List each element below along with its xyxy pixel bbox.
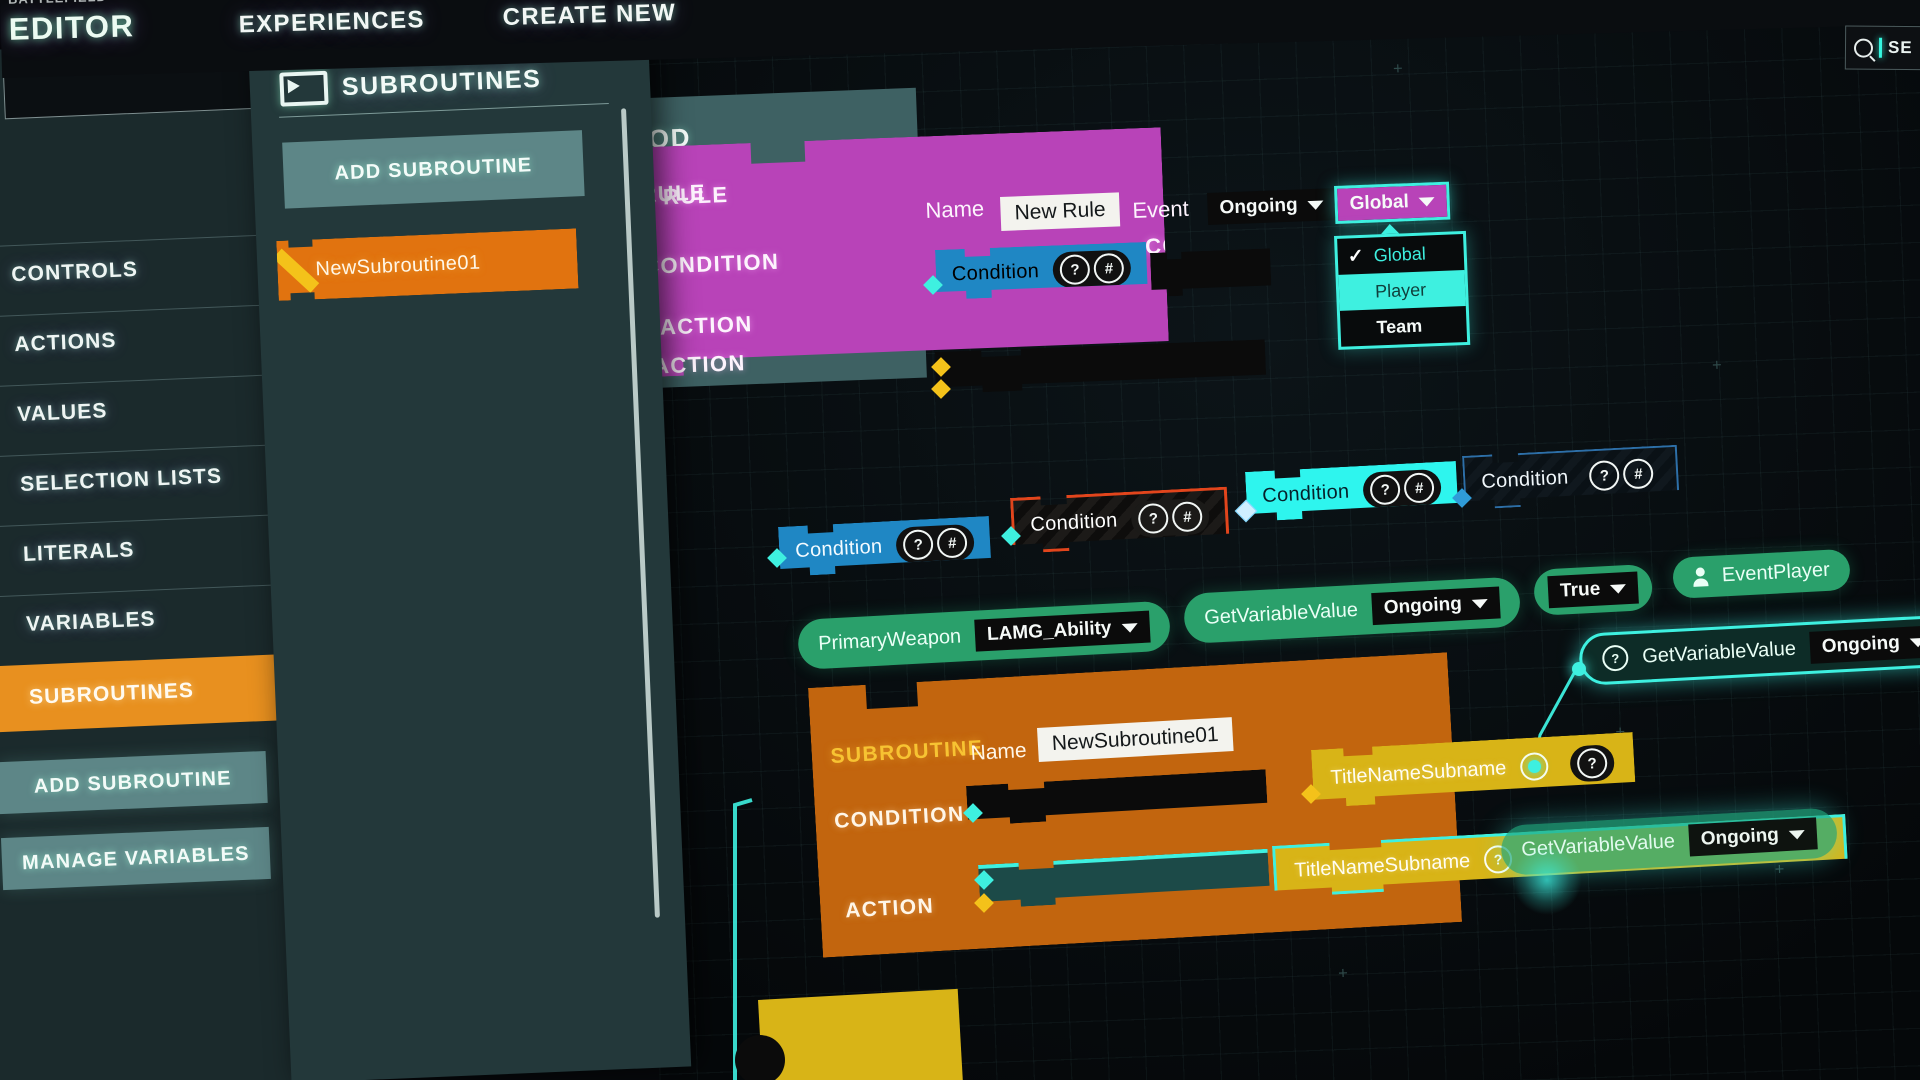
manage-variables-button[interactable]: MANAGE VARIABLES [0, 826, 271, 891]
canvas-spark: + [1774, 859, 1785, 879]
action-row-label: ACTION [659, 311, 754, 340]
search-icon [1853, 38, 1874, 58]
dropdown-option-label: Player [1374, 279, 1427, 301]
nav-create-new[interactable]: CREATE NEW [502, 0, 676, 32]
sidebar-item-label: LITERALS [22, 537, 135, 566]
check-icon: ✓ [1347, 245, 1365, 267]
yellow-block-label: TitleNameSubname [1329, 756, 1507, 789]
dropdown-option-team[interactable]: Team [1340, 306, 1467, 347]
add-subroutine-label: ADD SUBROUTINE [33, 766, 233, 798]
offscreen-node-circle [735, 1035, 785, 1080]
text-cursor [1878, 37, 1883, 58]
primary-weapon-label: PrimaryWeapon [817, 624, 962, 655]
dropdown-option-label: Team [1376, 315, 1423, 337]
panel-scrollbar[interactable] [621, 108, 660, 918]
yellow-block-label: TitleNameSubname [1293, 849, 1471, 882]
yellow-block-badge[interactable]: ? [1567, 742, 1617, 785]
brand-subtitle: BATTLEFIELD [8, 0, 107, 7]
true-dropdown[interactable]: True [1547, 571, 1640, 609]
search-input-text[interactable]: SE [1888, 38, 1913, 58]
question-icon[interactable]: ? [1601, 644, 1629, 672]
subroutine-list-item[interactable]: NewSubroutine01 [276, 228, 578, 301]
condition-label: Condition [1480, 465, 1570, 493]
subroutines-panel: SUBROUTINES ADD SUBROUTINE NewSubroutine… [248, 27, 692, 1080]
condition-label: Condition [1261, 480, 1350, 507]
manage-variables-label: MANAGE VARIABLES [21, 842, 251, 874]
brand-title: EDITOR [8, 8, 135, 47]
condition-badges[interactable]: ? # [895, 524, 975, 564]
scope-dropdown-button[interactable]: Global [1334, 181, 1451, 224]
sidebar-item-label: ACTIONS [13, 328, 117, 356]
get-variable-value-label: GetVariableValue [1203, 598, 1359, 629]
condition-chip-badges[interactable]: ? # [1052, 250, 1131, 289]
condition-label-text: CONDITION [642, 248, 780, 279]
event-player-label: EventPlayer [1721, 558, 1831, 587]
check-icon-placeholder [1349, 292, 1367, 293]
subroutine-icon [279, 70, 329, 107]
get-variable-value-dropdown[interactable]: Ongoing [1371, 586, 1501, 626]
offscreen-yellow-block[interactable] [758, 988, 963, 1080]
search-field[interactable]: SE [1844, 25, 1920, 71]
sidebar-item-label: CONTROLS [10, 257, 139, 286]
divider [279, 102, 609, 118]
rule-name-input[interactable]: New Rule [1000, 192, 1121, 231]
dropdown-option-global[interactable]: ✓ Global [1337, 234, 1464, 275]
panel-add-subroutine-label: ADD SUBROUTINE [334, 153, 533, 184]
condition-label: Condition [794, 535, 883, 562]
wire-endpoint[interactable] [1572, 662, 1586, 676]
dropdown-option-label: Global [1373, 242, 1427, 265]
canvas-spark: + [1337, 963, 1349, 984]
panel-add-subroutine-button[interactable]: ADD SUBROUTINE [282, 130, 585, 209]
hash-icon[interactable]: # [1093, 253, 1124, 284]
action-label-text: ACTION [652, 350, 747, 379]
rule-name-group: Name [925, 196, 985, 224]
subroutine-action-label: ACTION [844, 894, 935, 923]
canvas-spark: + [1711, 355, 1723, 375]
primary-weapon-dropdown[interactable]: LAMG_Ability [974, 610, 1151, 652]
dropdown-option-player[interactable]: Player [1338, 270, 1466, 311]
event-label: Event [1132, 195, 1190, 223]
sidebar-item-label: VARIABLES [25, 606, 157, 636]
player-icon [1693, 567, 1709, 587]
condition-badges[interactable]: ? # [1582, 455, 1662, 495]
wired-node-dropdown[interactable]: Ongoing [1809, 625, 1920, 664]
question-icon[interactable]: ? [1576, 748, 1608, 780]
hash-icon[interactable]: # [1172, 501, 1204, 533]
check-icon-placeholder [1351, 328, 1369, 329]
sidebar-item-label: VALUES [16, 398, 108, 426]
editor-screen: + + + + + + + + MOD RULE CONDITION ACTIO… [0, 0, 1920, 1080]
hash-icon[interactable]: # [1404, 472, 1436, 504]
canvas-spark: + [1392, 59, 1404, 79]
question-icon[interactable]: ? [1138, 503, 1170, 535]
drag-glow-indicator [1512, 845, 1582, 915]
sidebar-item-label: SELECTION LISTS [19, 464, 223, 496]
hash-icon[interactable]: # [937, 527, 969, 559]
add-subroutine-button[interactable]: ADD SUBROUTINE [0, 750, 268, 815]
question-icon[interactable]: ? [1370, 474, 1402, 506]
condition-badges[interactable]: ? # [1362, 469, 1442, 509]
name-label: Name [925, 195, 985, 223]
wired-node-label: GetVariableValue [1641, 637, 1797, 668]
sidebar-item-label: SUBROUTINES [28, 678, 195, 709]
scope-dropdown-value[interactable]: Global [1337, 184, 1448, 221]
question-icon[interactable]: ? [1589, 460, 1621, 492]
event-dropdown[interactable]: Ongoing [1207, 188, 1337, 225]
subroutines-panel-title: SUBROUTINES [341, 64, 542, 101]
scope-dropdown-menu[interactable]: ✓ Global Player Team [1334, 230, 1471, 350]
question-icon[interactable]: ? [903, 529, 935, 561]
dragged-node-dropdown[interactable]: Ongoing [1688, 817, 1818, 857]
true-node[interactable]: True [1533, 563, 1654, 616]
question-icon[interactable]: ? [1059, 254, 1090, 285]
nav-experiences[interactable]: EXPERIENCES [238, 6, 425, 39]
subroutine-name-label: Name [970, 738, 1028, 765]
wire-endpoint[interactable] [1528, 760, 1541, 773]
condition-chip-label: Condition [951, 259, 1040, 285]
hash-icon[interactable]: # [1623, 458, 1655, 490]
condition-badges[interactable]: ? # [1131, 498, 1211, 538]
